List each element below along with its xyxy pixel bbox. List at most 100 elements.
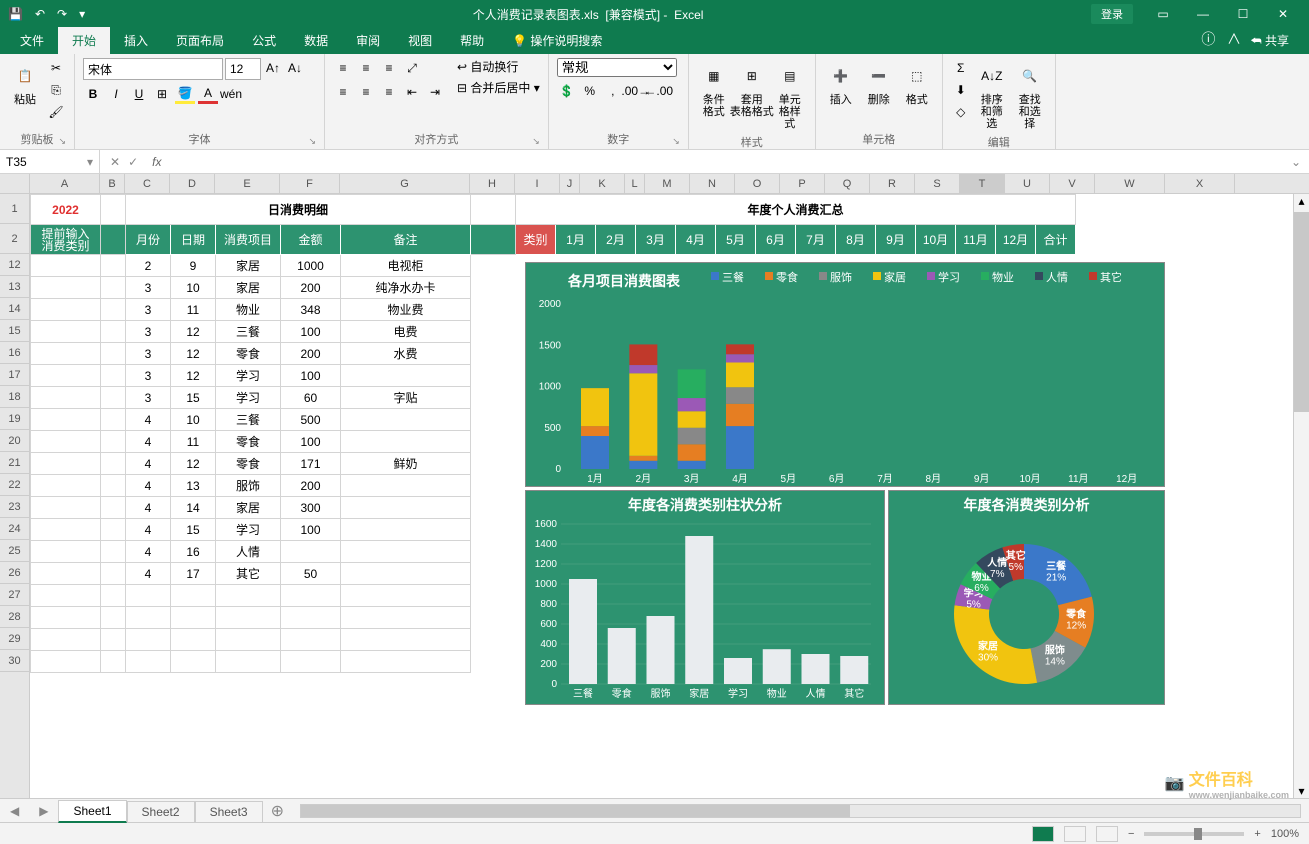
redo-icon[interactable]: ↷ [57, 7, 67, 21]
border-icon[interactable]: ⊞ [152, 84, 172, 104]
sheet-nav-prev[interactable]: ◀ [0, 804, 29, 818]
tab-insert[interactable]: 插入 [110, 27, 162, 54]
vertical-scrollbar[interactable]: ▴ ▾ [1293, 194, 1309, 798]
sheet-tab[interactable]: Sheet2 [127, 801, 195, 822]
svg-text:6月: 6月 [829, 473, 845, 485]
bold-icon[interactable]: B [83, 84, 103, 104]
tab-view[interactable]: 视图 [394, 27, 446, 54]
shrink-font-icon[interactable]: A↓ [285, 58, 305, 78]
zoom-out-icon[interactable]: − [1128, 828, 1134, 840]
inc-decimal-icon[interactable]: .00→ [626, 81, 646, 101]
cell-styles-icon: ▤ [774, 60, 806, 92]
cancel-formula-icon[interactable]: ✕ [110, 155, 120, 169]
minimize-icon[interactable]: — [1185, 4, 1221, 24]
zoom-slider[interactable] [1144, 832, 1244, 836]
indent-inc-icon[interactable]: ⇥ [425, 82, 445, 102]
tab-layout[interactable]: 页面布局 [162, 27, 238, 54]
align-mid-icon[interactable]: ≡ [356, 58, 376, 78]
align-center-icon[interactable]: ≡ [356, 82, 376, 102]
fill-icon[interactable]: ⬇ [951, 80, 971, 100]
share-button[interactable]: ⮪ 共享 [1242, 27, 1297, 54]
align-right-icon[interactable]: ≡ [379, 82, 399, 102]
percent-icon[interactable]: % [580, 81, 600, 101]
wrap-text-button[interactable]: ↩ 自动换行 [457, 58, 540, 75]
tab-help[interactable]: 帮助 [446, 27, 498, 54]
align-bot-icon[interactable]: ≡ [379, 58, 399, 78]
dec-decimal-icon[interactable]: ←.00 [649, 81, 669, 101]
cut-icon[interactable]: ✂ [46, 58, 66, 78]
launcher-icon[interactable]: ↘ [58, 136, 66, 147]
align-top-icon[interactable]: ≡ [333, 58, 353, 78]
formula-input[interactable] [177, 150, 1282, 173]
zoom-in-icon[interactable]: + [1254, 828, 1260, 840]
sheet-nav-next[interactable]: ▶ [29, 804, 58, 818]
svg-text:800: 800 [540, 599, 557, 610]
clear-icon[interactable]: ◇ [951, 102, 971, 122]
insert-cells-button[interactable]: ➕插入 [824, 58, 858, 108]
font-size-input[interactable] [225, 58, 261, 80]
conditional-format-button[interactable]: ▦条件格式 [697, 58, 731, 120]
close-icon[interactable]: ✕ [1265, 4, 1301, 24]
column-chart[interactable]: 年度各消费类别柱状分析 0200400600800100012001400160… [525, 490, 885, 705]
autosum-icon[interactable]: Σ [951, 58, 971, 78]
horizontal-scrollbar[interactable] [300, 804, 1301, 818]
comma-icon[interactable]: , [603, 81, 623, 101]
tab-data[interactable]: 数据 [290, 27, 342, 54]
format-table-button[interactable]: ⊞套用 表格格式 [735, 58, 769, 120]
format-cells-button[interactable]: ⬚格式 [900, 58, 934, 108]
column-headers[interactable]: ABCDEFGHIJKLMNOPQRSTUVWX [30, 174, 1309, 194]
format-painter-icon[interactable]: 🖌 [46, 102, 66, 122]
sort-filter-button[interactable]: A↓Z排序和筛选 [975, 58, 1009, 132]
grow-font-icon[interactable]: A↑ [263, 58, 283, 78]
sheet-tab[interactable]: Sheet3 [195, 801, 263, 822]
select-all-cell[interactable] [0, 174, 30, 194]
row-headers[interactable]: 1212131415161718192021222324252627282930 [0, 194, 30, 798]
phonetic-icon[interactable]: wén [221, 84, 241, 104]
save-icon[interactable]: 💾 [8, 7, 23, 21]
font-name-input[interactable] [83, 58, 223, 80]
cell-styles-button[interactable]: ▤单元格样式 [773, 58, 807, 132]
tab-review[interactable]: 审阅 [342, 27, 394, 54]
tab-formulas[interactable]: 公式 [238, 27, 290, 54]
stacked-bar-chart[interactable]: 各月项目消费图表 三餐零食服饰家居学习物业人情其它 05001000150020… [525, 262, 1165, 487]
fill-color-icon[interactable]: 🪣 [175, 84, 195, 104]
normal-view-icon[interactable] [1032, 826, 1054, 842]
launcher-icon[interactable]: ↘ [308, 136, 316, 147]
svg-text:其它: 其它 [844, 687, 864, 700]
delete-cells-button[interactable]: ➖删除 [862, 58, 896, 108]
orientation-icon[interactable]: ⤢ [402, 58, 422, 78]
fx-icon[interactable]: fx [146, 155, 167, 169]
page-layout-view-icon[interactable] [1064, 826, 1086, 842]
svg-text:30%: 30% [978, 652, 998, 663]
svg-text:5%: 5% [966, 599, 981, 610]
zoom-level[interactable]: 100% [1271, 828, 1299, 840]
italic-icon[interactable]: I [106, 84, 126, 104]
number-format-select[interactable]: 常规 [557, 58, 677, 77]
svg-text:5%: 5% [1009, 562, 1024, 573]
sheet-tab[interactable]: Sheet1 [58, 800, 126, 823]
page-break-view-icon[interactable] [1096, 826, 1118, 842]
expand-formula-icon[interactable]: ⌄ [1283, 155, 1309, 169]
underline-icon[interactable]: U [129, 84, 149, 104]
align-left-icon[interactable]: ≡ [333, 82, 353, 102]
tell-me[interactable]: 💡 操作说明搜索 [498, 27, 616, 54]
enter-formula-icon[interactable]: ✓ [128, 155, 138, 169]
maximize-icon[interactable]: ☐ [1225, 4, 1261, 24]
doughnut-chart[interactable]: 年度各消费类别分析 三餐21%零食12%服饰14%家居30%学习5%物业6%人情… [888, 490, 1165, 705]
paste-button[interactable]: 📋 粘贴 [8, 58, 42, 108]
merge-center-button[interactable]: ⊟ 合并后居中 ▾ [457, 79, 540, 96]
tab-file[interactable]: 文件 [6, 27, 58, 54]
name-box[interactable]: T35 ▾ [0, 150, 100, 173]
spreadsheet-grid[interactable]: 2022日消费明细年度个人消费汇总提前输入消费类别月份日期消费项目金额备注类别1… [30, 194, 1293, 798]
currency-icon[interactable]: 💲 [557, 81, 577, 101]
find-select-button[interactable]: 🔍查找和选择 [1013, 58, 1047, 132]
add-sheet-button[interactable]: ⊕ [263, 801, 292, 821]
ribbon-options-icon[interactable]: ▭ [1145, 4, 1181, 24]
font-color-icon[interactable]: A [198, 84, 218, 104]
collapse-ribbon-icon[interactable]: ⓘ ∧ [1193, 24, 1249, 54]
undo-icon[interactable]: ↶ [35, 7, 45, 21]
copy-icon[interactable]: ⎘ [46, 80, 66, 100]
tab-home[interactable]: 开始 [58, 27, 110, 54]
indent-dec-icon[interactable]: ⇤ [402, 82, 422, 102]
login-button[interactable]: 登录 [1091, 4, 1133, 24]
